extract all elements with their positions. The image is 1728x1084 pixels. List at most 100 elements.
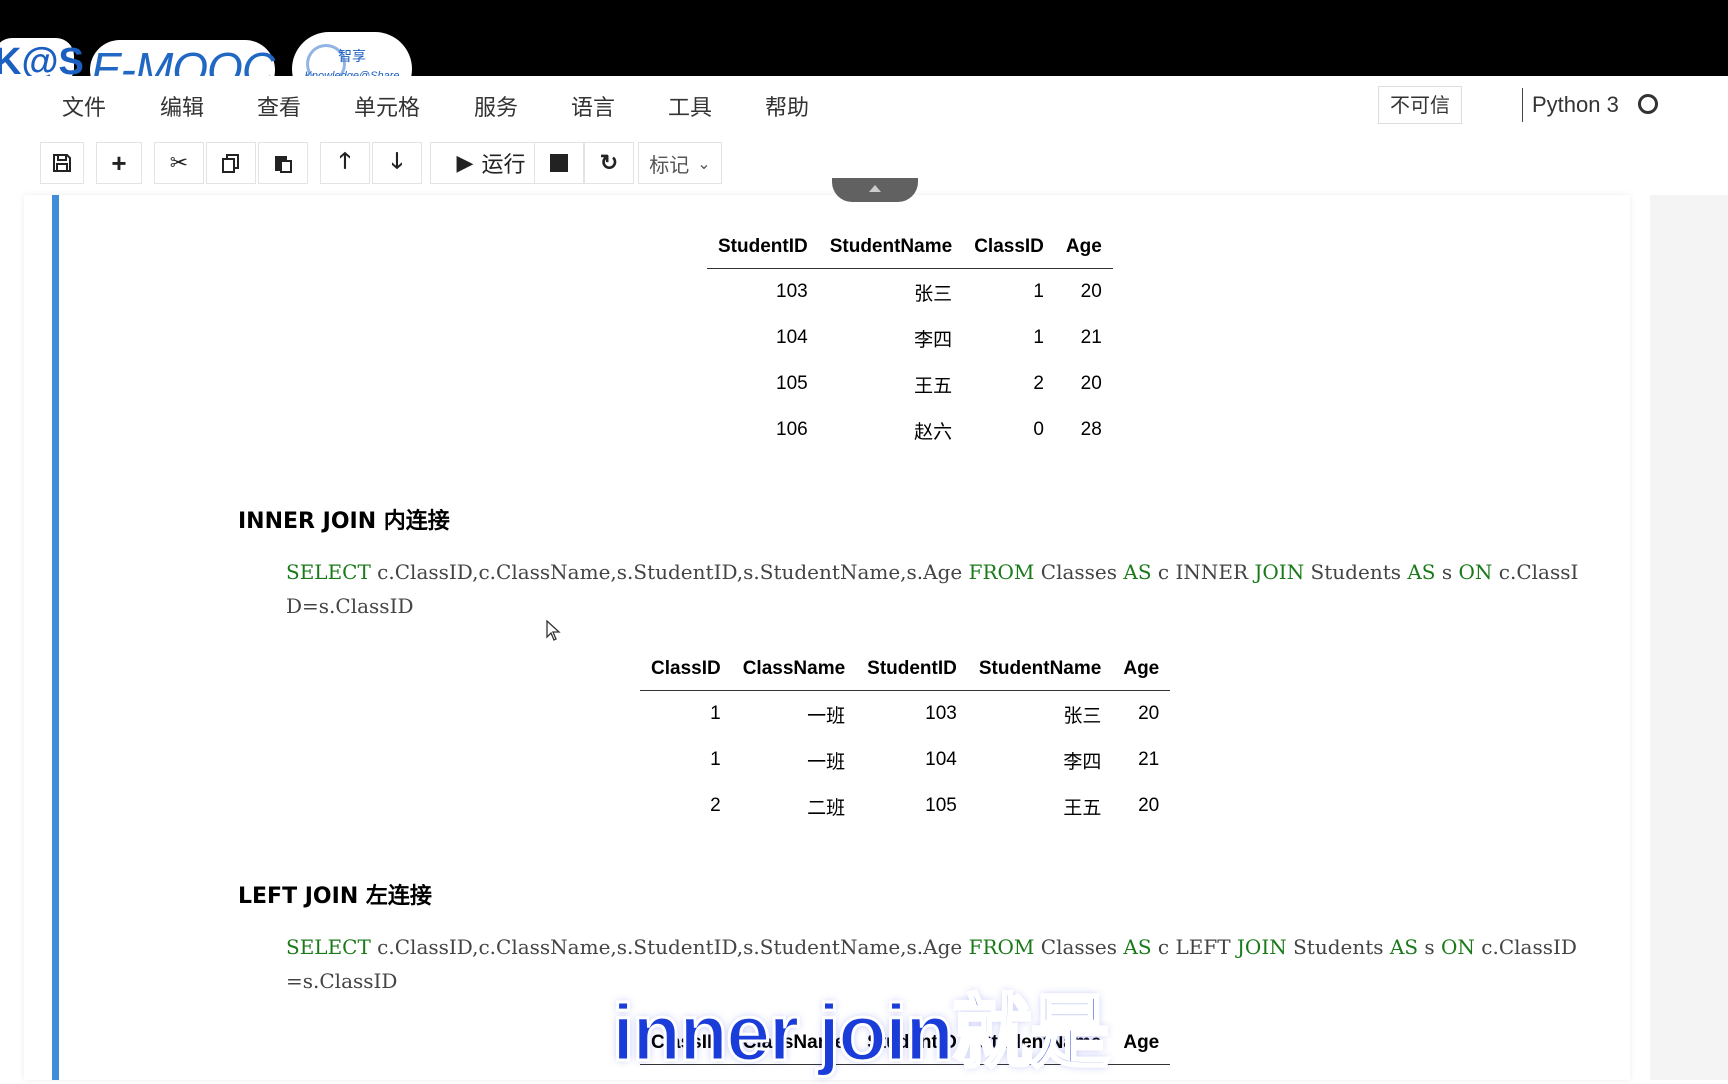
scissors-icon: ✂	[169, 150, 189, 175]
run-label: 运行	[481, 153, 526, 178]
table-header-row: StudentID StudentName ClassID Age	[707, 226, 1113, 269]
table-row: 106 赵六 0 28	[707, 407, 1113, 453]
column-header: Age	[1112, 648, 1171, 691]
plus-icon: +	[111, 147, 127, 178]
table-row: 105 王五 2 20	[707, 361, 1113, 407]
table-cell: 20	[1080, 281, 1102, 302]
kernel-name: Python 3	[1532, 92, 1619, 117]
left-join-heading: LEFT JOIN 左连接	[238, 884, 432, 909]
paste-button[interactable]	[258, 142, 308, 184]
table-cell: 20	[1138, 795, 1160, 816]
insert-cell-button[interactable]: +	[96, 142, 142, 184]
sql-text: c INNER	[1151, 560, 1255, 584]
not-trusted-badge[interactable]: 不可信	[1378, 86, 1462, 124]
table-cell: 1	[710, 749, 721, 770]
video-subtitle: inner join就是	[611, 987, 1112, 1079]
students-table: StudentID StudentName ClassID Age 103 张三 1 20 1…	[707, 226, 1113, 453]
move-down-button[interactable]: 🡓	[372, 142, 422, 184]
menu-kernel[interactable]: 服务	[474, 90, 518, 122]
sql-text: Students	[1286, 935, 1390, 959]
table-cell: 103	[776, 281, 808, 302]
table-row: 1 一班 104 李四 21	[640, 737, 1170, 783]
menu-language[interactable]: 语言	[571, 90, 615, 122]
sql-keyword: JOIN	[1254, 560, 1305, 584]
table-cell: 103	[925, 703, 957, 724]
play-icon: ▶	[456, 150, 474, 176]
table-cell: 李四	[1063, 750, 1102, 773]
column-header: ClassName	[731, 648, 857, 691]
cell-type-value: 标记	[649, 152, 690, 177]
cut-button[interactable]: ✂	[154, 142, 204, 184]
menu-tools[interactable]: 工具	[668, 90, 712, 122]
column-header: Age	[1112, 1022, 1171, 1065]
table-header-row: ClassID ClassName StudentID StudentName Age	[640, 648, 1171, 691]
interrupt-button[interactable]	[534, 142, 584, 184]
menu-cell[interactable]: 单元格	[354, 90, 420, 122]
chevron-down-icon: ⌄	[697, 153, 711, 173]
restart-button[interactable]: ↻	[584, 142, 634, 184]
sql-text: s	[1435, 560, 1459, 584]
table-cell: 2	[710, 795, 721, 816]
menu-view[interactable]: 查看	[257, 90, 301, 122]
table-cell: 106	[776, 419, 808, 440]
table-cell: 105	[925, 795, 957, 816]
table-cell: 张三	[914, 282, 953, 305]
selected-cell-indicator	[52, 195, 59, 1080]
stop-icon	[550, 154, 568, 172]
menu-help[interactable]: 帮助	[765, 90, 809, 122]
column-header: StudentName	[967, 648, 1113, 691]
sql-keyword: FROM	[968, 935, 1035, 959]
table-cell: 王五	[1063, 796, 1102, 819]
sql-keyword: AS	[1123, 935, 1152, 959]
column-header: Age	[1054, 226, 1113, 269]
right-side-pane	[1650, 195, 1728, 1080]
table-cell: 1	[1033, 281, 1044, 302]
menu-edit[interactable]: 编辑	[160, 90, 204, 122]
move-up-button[interactable]: 🡑	[320, 142, 370, 184]
table-cell: 1	[1033, 327, 1044, 348]
table-cell: 104	[925, 749, 957, 770]
table-cell: 二班	[807, 796, 846, 819]
restart-icon: ↻	[599, 150, 619, 175]
table-cell: 一班	[807, 704, 846, 727]
column-header: StudentID	[707, 226, 819, 269]
copy-icon	[222, 154, 239, 173]
inner-join-heading: INNER JOIN 内连接	[238, 509, 450, 534]
table-cell: 张三	[1063, 704, 1102, 727]
table-cell: 28	[1080, 419, 1102, 440]
divider	[1522, 88, 1523, 122]
table-cell: 20	[1080, 373, 1102, 394]
sql-text: Classes	[1034, 560, 1124, 584]
column-header: StudentName	[818, 226, 964, 269]
table-cell: 赵六	[914, 420, 953, 443]
table-cell: 105	[776, 373, 808, 394]
table-row: 104 李四 1 21	[707, 315, 1113, 361]
table-cell: 104	[776, 327, 808, 348]
table-row: 103 张三 1 20	[707, 269, 1113, 316]
sql-text: s	[1418, 935, 1442, 959]
paste-icon	[275, 156, 292, 173]
sql-keyword: SELECT	[286, 560, 371, 584]
column-header: ClassID	[640, 648, 732, 691]
table-cell: 1	[710, 703, 721, 724]
sql-keyword: AS	[1123, 560, 1152, 584]
header-toggle-button[interactable]	[832, 178, 918, 202]
kernel-idle-icon	[1638, 94, 1658, 114]
sql-keyword: JOIN	[1236, 935, 1287, 959]
sql-text: Students	[1304, 560, 1408, 584]
sql-text: c.ClassID,c.ClassName,s.StudentID,s.Stud…	[370, 560, 969, 584]
table-cell: 李四	[914, 328, 953, 351]
table-cell: 21	[1080, 327, 1102, 348]
sql-keyword: AS	[1407, 560, 1436, 584]
column-header: StudentID	[856, 648, 968, 691]
column-header: ClassID	[963, 226, 1055, 269]
menu-file[interactable]: 文件	[62, 90, 106, 122]
sql-keyword: AS	[1389, 935, 1419, 959]
cell-type-select[interactable]: 标记 ⌄	[638, 142, 722, 184]
arrow-up-icon: 🡑	[339, 148, 351, 173]
table-cell: 2	[1033, 373, 1044, 394]
save-button[interactable]	[40, 142, 84, 184]
table-row: 1 一班 103 张三 20	[640, 691, 1170, 738]
sql-keyword: FROM	[968, 560, 1035, 584]
copy-button[interactable]	[206, 142, 256, 184]
